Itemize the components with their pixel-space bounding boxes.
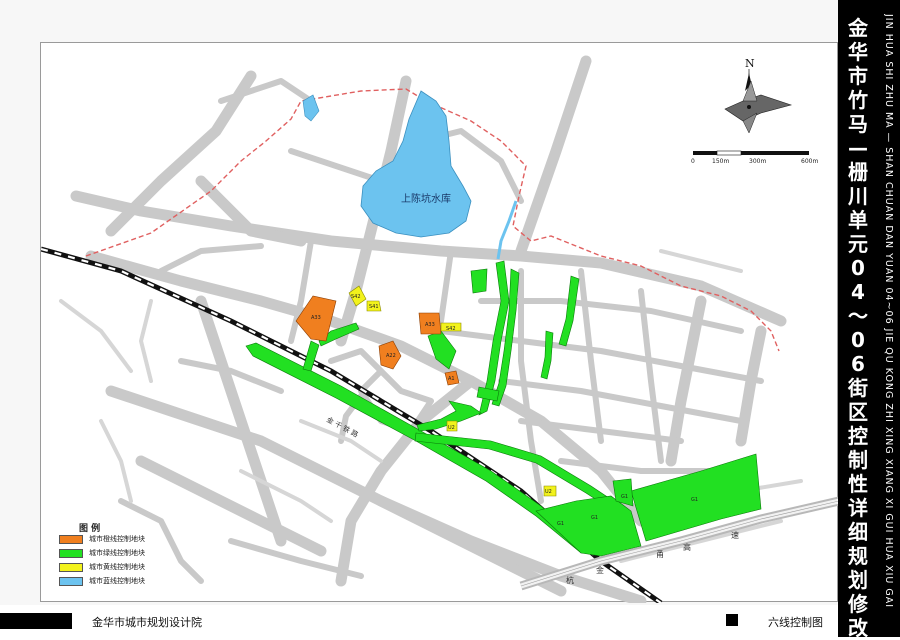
reservoir-label: 上陈坑水库 [401, 192, 451, 205]
parcel-label: A22 [386, 353, 396, 359]
legend-swatch [59, 549, 83, 558]
legend-title: 图 例 [79, 524, 101, 534]
svg-text:600m: 600m [801, 158, 818, 165]
svg-text:150m: 150m [712, 158, 729, 165]
parcel-label: S42 [351, 294, 361, 300]
footer-organization: 金华市城市规划设计院 [92, 616, 202, 629]
svg-text:速: 速 [731, 531, 739, 540]
land-use-map[interactable]: A33 A33 A22 A1 S42 S41 S42 U2 U2 G1 G1 G… [41, 43, 839, 603]
legend-label: 城市橙线控制地块 [89, 535, 145, 543]
legend-swatch [59, 563, 83, 572]
legend-item-yellow: 城市黄线控制地块 [59, 563, 219, 573]
parcel-label: U2 [448, 425, 455, 431]
svg-text:高: 高 [683, 542, 691, 552]
legend-item-orange: 城市橙线控制地块 [59, 535, 219, 545]
map-panel[interactable]: A33 A33 A22 A1 S42 S41 S42 U2 U2 G1 G1 G… [40, 42, 839, 603]
legend-label: 城市蓝线控制地块 [89, 577, 145, 585]
legend-label: 城市黄线控制地块 [89, 563, 145, 571]
parcel-label: G1 [557, 521, 564, 527]
parcel-label: A1 [448, 376, 455, 382]
reservoir[interactable] [360, 90, 472, 238]
footer-drawing-name: 六线控制图 [768, 616, 823, 629]
svg-text:金: 金 [596, 565, 604, 575]
legend-swatch [59, 577, 83, 586]
svg-text:杭: 杭 [566, 575, 574, 585]
parcel-label: S41 [369, 304, 379, 310]
parcel-label: S42 [446, 326, 456, 332]
scale-bar: 0 150m 300m 600m [691, 150, 818, 165]
svg-text:0: 0 [691, 158, 695, 165]
parcel-label: G1 [621, 494, 628, 500]
north-label: N [745, 57, 755, 70]
parcel-label: U2 [545, 489, 552, 495]
parcel-label: A33 [311, 315, 321, 321]
legend-swatch [59, 535, 83, 544]
legend-label: 城市绿线控制地块 [89, 549, 145, 557]
parcel-label: G1 [691, 497, 698, 503]
parcel-label: G1 [591, 515, 598, 521]
footer-square-icon [726, 614, 738, 626]
drawing-title-pinyin: JIN HUA SHI ZHU MA — SHAN CHUAN DAN YUAN… [883, 14, 894, 609]
drawing-title: 金华市竹马—栅川单元04～06街区控制性详细规划修改 [848, 16, 868, 640]
parcel-label: A33 [425, 322, 435, 328]
footer: 金华市城市规划设计院 六线控制图 [0, 605, 838, 637]
north-arrow: N [724, 57, 793, 134]
svg-text:300m: 300m [749, 158, 766, 165]
svg-text:甬: 甬 [656, 550, 664, 559]
legend-item-blue: 城市蓝线控制地块 [59, 577, 219, 587]
footer-black-bar [0, 613, 72, 629]
legend-item-green: 城市绿线控制地块 [59, 549, 219, 559]
